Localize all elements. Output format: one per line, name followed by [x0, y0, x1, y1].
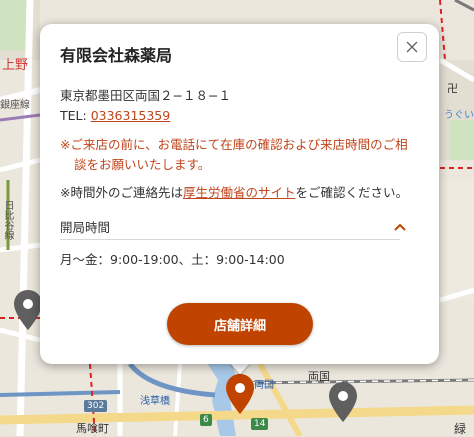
road-shield-302: 302 — [84, 400, 108, 412]
store-info-popup: 有限会社森薬局 東京都墨田区両国２−１８−１ TEL: 0336315359 ※… — [40, 24, 439, 364]
map-label-uguisu: うぐいす — [444, 110, 474, 121]
mhlw-site-link[interactable]: 厚生労働省のサイト — [183, 185, 296, 200]
map-label-ryogoku: 両国 — [308, 370, 330, 383]
notice-suffix: をご確認ください。 — [295, 185, 409, 200]
hours-toggle[interactable]: 開局時間 — [60, 217, 406, 240]
road-shield-6: 6 — [200, 414, 212, 426]
store-detail-button[interactable]: 店舗詳細 — [167, 303, 313, 345]
hours-label: 開局時間 — [60, 220, 111, 235]
map-label-temple: 卍 — [447, 82, 458, 95]
close-icon — [406, 41, 418, 53]
map-pin-gray[interactable] — [14, 290, 42, 330]
store-tel: TEL: 0336315359 — [60, 106, 419, 126]
after-hours-notice: ※時間外のご連絡先は厚生労働省のサイトをご確認ください。 — [60, 183, 419, 203]
store-name: 有限会社森薬局 — [60, 46, 173, 65]
map-label-asakusabashi: 浅草橋 — [140, 396, 170, 407]
notice-prefix: ※時間外のご連絡先は — [60, 185, 183, 200]
map-label-midori: 緑 — [454, 422, 467, 436]
tel-link[interactable]: 0336315359 — [91, 108, 171, 123]
chevron-up-icon — [394, 223, 406, 231]
map-label-ueno: 上野 — [2, 58, 29, 73]
map-pin-gray[interactable] — [329, 382, 357, 422]
map-label-bakurocho: 馬喰町 — [76, 422, 109, 435]
map-label-hibiya-line: 日比谷線 — [2, 200, 13, 240]
close-button[interactable] — [397, 32, 427, 62]
tel-label: TEL: — [60, 108, 91, 123]
map-pin-selected[interactable] — [226, 374, 254, 414]
visit-notice: ※ご来店の前に、お電話にて在庫の確認および来店時間のご相談をお願いいたします。 — [60, 137, 408, 172]
map-label-ginza-line: 銀座線 — [0, 100, 30, 111]
hours-value: 月〜金：9:00-19:00、土：9:00-14:00 — [60, 252, 285, 267]
store-address: 東京都墨田区両国２−１８−１ — [60, 88, 231, 103]
map-label-ryogoku-station: 両国 — [254, 380, 274, 391]
road-shield-14: 14 — [251, 418, 269, 430]
